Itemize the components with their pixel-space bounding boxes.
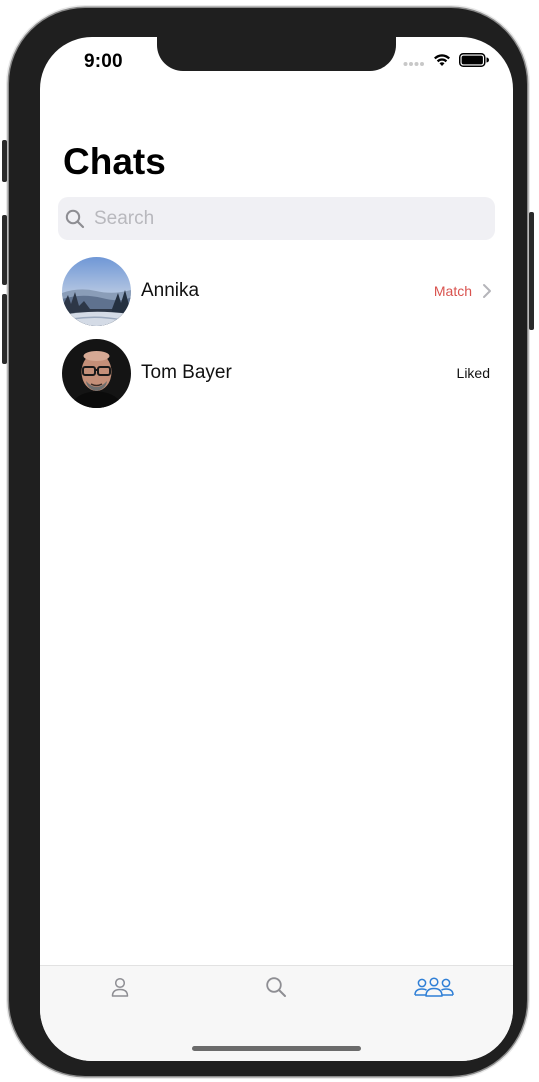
tab-chats[interactable] — [414, 974, 454, 1004]
volume-down-button — [2, 294, 7, 364]
tab-search[interactable] — [256, 974, 296, 1004]
mute-switch — [2, 140, 7, 182]
phone-frame: 9:00 Chats Search Annika Match Tom Bayer… — [2, 8, 534, 1076]
signal-icon — [403, 54, 425, 72]
search-icon — [265, 976, 287, 1003]
phone-screen: 9:00 Chats Search Annika Match Tom Bayer… — [40, 37, 513, 1061]
person-icon — [110, 976, 130, 1003]
chat-name: Tom Bayer — [141, 362, 232, 383]
tab-profile[interactable] — [100, 974, 140, 1004]
avatar — [62, 338, 131, 408]
power-button — [529, 212, 534, 330]
liked-badge: Liked — [456, 365, 490, 381]
search-input[interactable] — [92, 206, 476, 231]
chat-row-tom-bayer[interactable]: Tom Bayer Liked — [62, 338, 494, 408]
status-time: 9:00 — [84, 51, 123, 72]
notch — [157, 37, 396, 71]
people-group-icon — [414, 976, 454, 1003]
chevron-right-icon — [482, 282, 494, 300]
volume-up-button — [2, 215, 7, 285]
search-bar[interactable] — [58, 197, 495, 240]
home-indicator[interactable] — [192, 1046, 361, 1051]
avatar — [62, 256, 131, 326]
page-title: Chats — [63, 141, 166, 182]
search-icon — [64, 208, 86, 230]
battery-icon — [459, 53, 489, 72]
chat-name: Annika — [141, 280, 200, 301]
wifi-icon — [433, 53, 451, 72]
chat-row-annika[interactable]: Annika Match — [62, 256, 494, 326]
match-badge: Match — [433, 283, 472, 299]
status-icons — [403, 53, 489, 72]
